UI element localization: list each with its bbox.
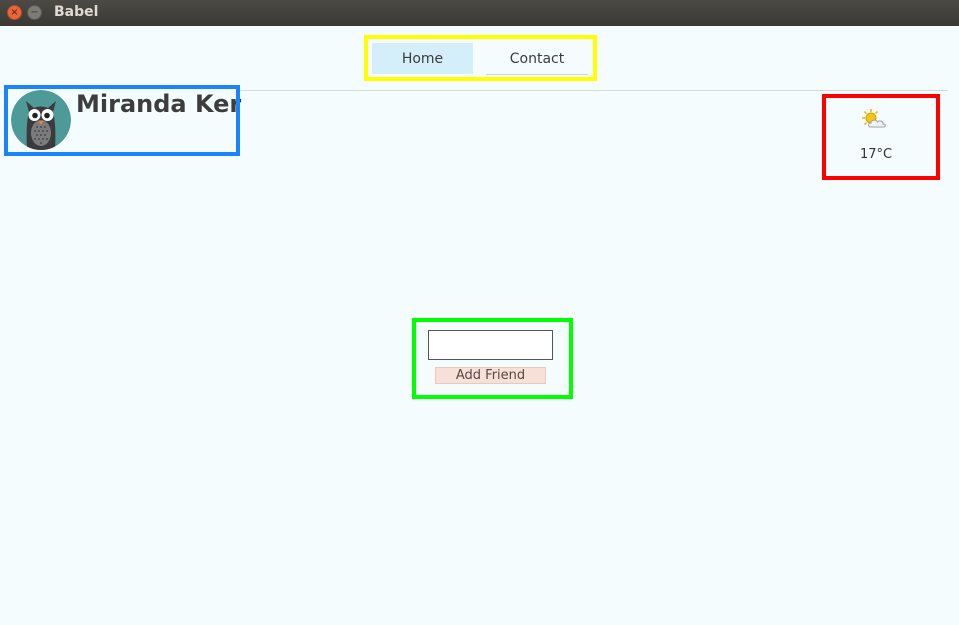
tab-contact-underline <box>486 74 588 75</box>
add-friend-button[interactable]: Add Friend <box>435 367 546 384</box>
user-name: Miranda Ker <box>76 90 242 118</box>
friend-name-input[interactable] <box>428 330 553 360</box>
window-title: Babel <box>54 4 99 20</box>
window-close-button[interactable]: × <box>7 5 22 20</box>
tab-home[interactable]: Home <box>372 43 473 74</box>
header-divider <box>236 90 948 91</box>
weather-temperature: 17°C <box>860 147 893 162</box>
nav-bar: Home Contact <box>372 43 588 75</box>
tab-contact[interactable]: Contact <box>486 43 588 74</box>
owl-avatar-icon <box>11 90 71 150</box>
window-titlebar: × − Babel <box>0 0 959 26</box>
weather-highlight-box <box>822 94 940 180</box>
window-minimize-button[interactable]: − <box>27 5 42 20</box>
partly-sunny-icon <box>861 108 887 132</box>
